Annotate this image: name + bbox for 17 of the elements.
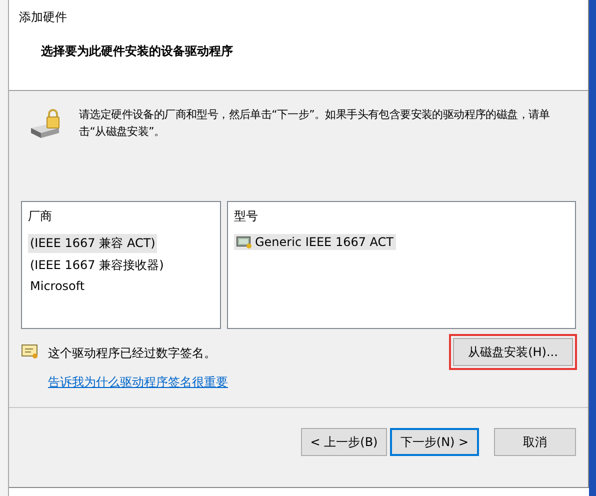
column-heading: 型号 <box>234 208 258 225</box>
signature-status: 这个驱动程序已经过数字签名。 <box>48 345 217 362</box>
cancel-button[interactable]: 取消 <box>494 428 576 456</box>
instruction-text: 请选定硬件设备的厂商和型号，然后单击“下一步”。如果手头有包含要安装的驱动程序的磁盘，请单击“从磁盘安装”。 <box>79 107 551 140</box>
back-button[interactable]: < 上一步(B) <box>301 428 387 456</box>
list-item[interactable]: (IEEE 1667 兼容 ACT) <box>28 234 158 253</box>
help-link[interactable]: 告诉我为什么驱动程序签名很重要 <box>48 374 450 391</box>
column-heading: 厂商 <box>28 208 52 225</box>
certificate-icon <box>21 343 39 359</box>
window-title: 添加硬件 <box>19 9 68 26</box>
page-heading: 选择要为此硬件安装的设备驱动程序 <box>41 43 234 60</box>
list-item[interactable]: (IEEE 1667 兼容接收器) <box>28 256 166 275</box>
have-disk-button[interactable]: 从磁盘安装(H)... <box>453 338 573 366</box>
device-icon <box>236 235 252 249</box>
list-item[interactable]: Microsoft <box>28 278 87 294</box>
list-item[interactable]: Generic IEEE 1667 ACT <box>234 234 396 250</box>
next-button[interactable]: 下一步(N) > <box>390 428 479 456</box>
